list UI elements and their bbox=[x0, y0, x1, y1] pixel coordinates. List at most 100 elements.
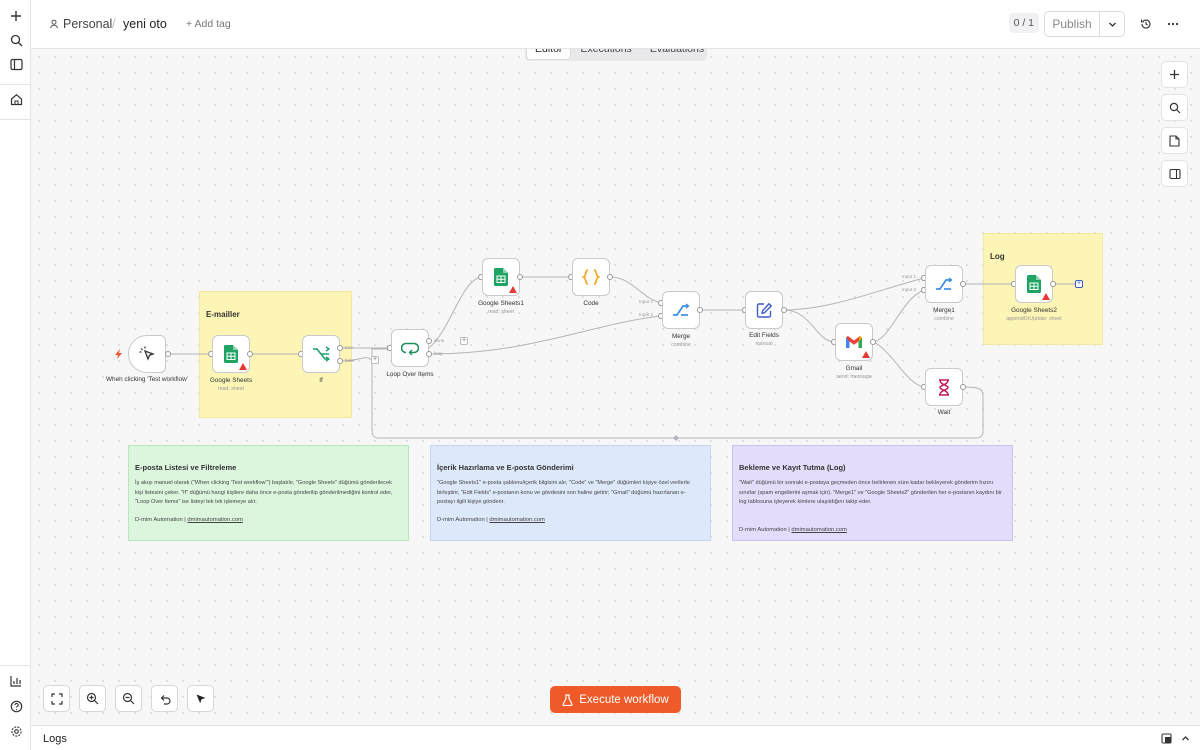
tab-evaluations[interactable]: Evaluations bbox=[642, 49, 712, 59]
node-label: Gmail bbox=[845, 365, 863, 372]
header: Personal / yeni oto + Add tag 0 / 1 Publ… bbox=[31, 0, 1200, 49]
version-counter: 0 / 1 bbox=[1008, 13, 1039, 33]
warning-icon bbox=[1042, 293, 1050, 300]
output-port[interactable] bbox=[870, 339, 876, 345]
help-icon[interactable] bbox=[6, 696, 26, 716]
output-port-false[interactable] bbox=[337, 358, 343, 364]
zoom-to-fit-button[interactable] bbox=[43, 685, 70, 712]
more-icon[interactable] bbox=[1163, 14, 1183, 34]
chevron-up-icon[interactable] bbox=[1181, 734, 1190, 743]
node-merge[interactable] bbox=[662, 291, 700, 329]
sticky-note-icon bbox=[1169, 134, 1180, 147]
node-subtitle: send: message bbox=[836, 374, 872, 380]
publish-button[interactable]: Publish bbox=[1045, 12, 1100, 36]
node-label: When clicking 'Test workflow' bbox=[106, 376, 188, 383]
breadcrumb-separator: / bbox=[112, 17, 116, 31]
lightning-icon bbox=[115, 349, 122, 359]
zoom-out-button[interactable] bbox=[115, 685, 142, 712]
output-port-true[interactable] bbox=[337, 345, 343, 351]
search-nodes-button[interactable] bbox=[1161, 94, 1188, 121]
plus-icon bbox=[1170, 70, 1179, 79]
node-label: Wait bbox=[937, 409, 951, 416]
output-port[interactable] bbox=[781, 307, 787, 313]
toggle-panel-button[interactable] bbox=[1161, 160, 1188, 187]
zoom-in-button[interactable] bbox=[79, 685, 106, 712]
node-label: Merge1 bbox=[933, 307, 955, 314]
node-if[interactable] bbox=[302, 335, 340, 373]
output-port[interactable] bbox=[247, 351, 253, 357]
node-loop-over-items[interactable] bbox=[391, 329, 429, 367]
warning-icon bbox=[239, 363, 247, 370]
node-subtitle: appendOrUpdate: sheet bbox=[1006, 316, 1062, 322]
node-merge1[interactable] bbox=[925, 265, 963, 303]
node-subtitle: read: sheet bbox=[488, 309, 514, 315]
zoom-in-icon bbox=[86, 692, 99, 705]
output-port-done[interactable] bbox=[426, 338, 432, 344]
output-port[interactable] bbox=[697, 307, 703, 313]
output-port[interactable] bbox=[1050, 281, 1056, 287]
add-node-plus[interactable]: + bbox=[1075, 280, 1083, 288]
node-label: Google Sheets1 bbox=[478, 300, 524, 307]
google-sheets-icon bbox=[224, 345, 238, 363]
node-edit-fields[interactable] bbox=[745, 291, 783, 329]
node-label: If bbox=[319, 377, 323, 384]
undo-button[interactable] bbox=[151, 685, 178, 712]
port-label: false bbox=[345, 358, 355, 363]
logs-bar[interactable]: Logs bbox=[31, 725, 1200, 750]
port-label: true bbox=[345, 345, 353, 350]
panel-icon[interactable] bbox=[6, 54, 26, 74]
node-manual-trigger[interactable] bbox=[128, 335, 166, 373]
output-port[interactable] bbox=[607, 274, 613, 280]
breadcrumb[interactable]: Personal bbox=[49, 17, 112, 31]
add-node-plus[interactable]: + bbox=[460, 337, 468, 345]
execute-workflow-button[interactable]: Execute workflow bbox=[550, 686, 681, 713]
node-google-sheets1[interactable] bbox=[482, 258, 520, 296]
output-port[interactable] bbox=[960, 281, 966, 287]
search-icon[interactable] bbox=[6, 30, 26, 50]
workflow-canvas[interactable]: E-mailler Log E-posta Listesi ve Filtrel… bbox=[31, 49, 1200, 725]
tab-editor[interactable]: Editor bbox=[527, 49, 571, 59]
add-node-plus[interactable]: + bbox=[371, 356, 379, 364]
port-label: Input 1 bbox=[902, 274, 917, 279]
history-icon[interactable] bbox=[1136, 14, 1156, 34]
flask-icon bbox=[562, 693, 573, 706]
merge-icon bbox=[936, 277, 953, 290]
add-node-button[interactable] bbox=[1161, 61, 1188, 88]
plus-icon[interactable] bbox=[6, 6, 26, 26]
node-google-sheets[interactable] bbox=[212, 335, 250, 373]
panel-right-icon bbox=[1168, 168, 1181, 179]
publish-dropdown[interactable] bbox=[1100, 12, 1124, 36]
node-gmail[interactable] bbox=[835, 323, 873, 361]
output-port[interactable] bbox=[960, 384, 966, 390]
node-code[interactable] bbox=[572, 258, 610, 296]
edit-pencil-icon bbox=[756, 302, 772, 318]
node-google-sheets2[interactable] bbox=[1015, 265, 1053, 303]
merge-icon bbox=[673, 303, 690, 316]
open-panel-icon[interactable] bbox=[1161, 733, 1172, 744]
tab-executions[interactable]: Executions bbox=[572, 49, 639, 59]
insights-icon[interactable] bbox=[6, 671, 26, 691]
node-wait[interactable] bbox=[925, 368, 963, 406]
add-tag-button[interactable]: + Add tag bbox=[186, 18, 231, 30]
output-port[interactable] bbox=[165, 351, 171, 357]
search-icon bbox=[1169, 102, 1180, 113]
zoom-to-fit-icon bbox=[50, 692, 63, 705]
sticky-note-button[interactable] bbox=[1161, 127, 1188, 154]
logs-label: Logs bbox=[43, 733, 67, 745]
publish-button-group: Publish bbox=[1044, 11, 1125, 37]
node-label: Loop Over Items bbox=[386, 371, 434, 378]
breadcrumb-owner[interactable]: Personal bbox=[63, 17, 112, 31]
settings-icon[interactable] bbox=[6, 721, 26, 741]
node-subtitle: combine bbox=[934, 316, 954, 322]
loop-icon bbox=[401, 342, 419, 355]
output-port-loop[interactable] bbox=[426, 351, 432, 357]
node-label: Code bbox=[583, 300, 599, 307]
port-label: Input 1 bbox=[639, 299, 654, 304]
home-icon[interactable] bbox=[6, 89, 26, 109]
tidy-up-button[interactable] bbox=[187, 685, 214, 712]
workflow-name[interactable]: yeni oto bbox=[123, 17, 167, 31]
user-icon bbox=[50, 19, 58, 29]
view-tabs: Editor Executions Evaluations bbox=[525, 49, 707, 61]
if-branch-icon bbox=[313, 346, 330, 362]
output-port[interactable] bbox=[517, 274, 523, 280]
